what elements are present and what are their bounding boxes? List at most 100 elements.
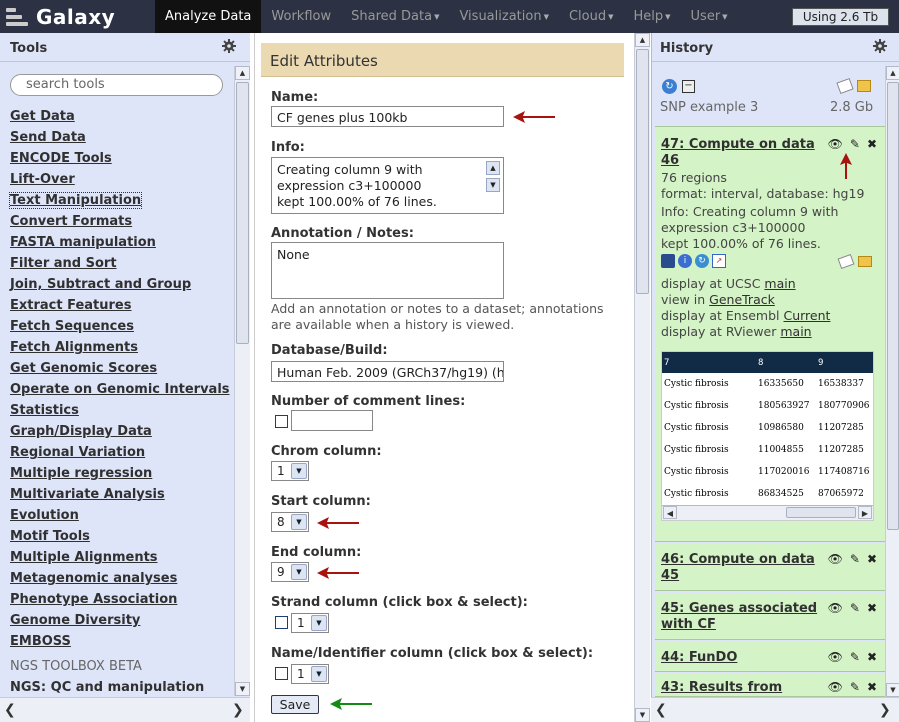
dbkey-select[interactable]: Human Feb. 2009 (GRCh37/hg19) (h xyxy=(271,361,504,382)
eye-icon[interactable]: 👁 xyxy=(828,650,843,664)
scroll-thumb[interactable] xyxy=(636,49,649,294)
scroll-down-icon[interactable]: ▼ xyxy=(635,708,650,722)
scroll-down-icon[interactable]: ▼ xyxy=(886,683,899,697)
scroll-thumb[interactable] xyxy=(887,82,899,530)
delete-icon[interactable]: ✖ xyxy=(867,650,877,664)
link-genetrack[interactable]: GeneTrack xyxy=(709,292,775,307)
scroll-left-icon[interactable]: ❮ xyxy=(4,702,16,718)
tool-section-ngs-qc[interactable]: NGS: QC and manipulation xyxy=(10,677,235,698)
comment-lines-input[interactable] xyxy=(291,410,373,431)
annotation-textarea[interactable]: None xyxy=(271,242,504,299)
dataset-title[interactable]: 44: FunDO xyxy=(661,650,737,666)
tab-user[interactable]: User ▼ xyxy=(681,0,738,33)
gear-icon[interactable] xyxy=(222,39,236,53)
tab-shared-data[interactable]: Shared Data ▼ xyxy=(341,0,449,33)
tool-section-evolution[interactable]: Evolution xyxy=(10,505,235,526)
tool-section-regional-variation[interactable]: Regional Variation xyxy=(10,442,235,463)
tool-panel-hscrollbar[interactable]: ❮ ❯ xyxy=(0,697,250,722)
scroll-thumb[interactable] xyxy=(236,82,249,344)
start-column-select[interactable]: 8 ▼ xyxy=(271,512,309,532)
scroll-down-icon[interactable]: ▼ xyxy=(235,682,250,696)
strand-column-checkbox[interactable] xyxy=(275,616,288,629)
tool-section-convert-formats[interactable]: Convert Formats xyxy=(10,211,235,232)
scroll-right-icon[interactable]: ▶ xyxy=(858,506,872,519)
tool-section-fetch-sequences[interactable]: Fetch Sequences xyxy=(10,316,235,337)
refresh-icon[interactable]: ↻ xyxy=(662,79,677,94)
link-ucsc-main[interactable]: main xyxy=(764,276,795,291)
pencil-icon[interactable]: ✎ xyxy=(850,552,860,566)
center-scrollbar[interactable]: ▲ ▼ xyxy=(634,33,650,722)
pencil-icon[interactable]: ✎ xyxy=(850,680,860,694)
tool-section-phenotype[interactable]: Phenotype Association xyxy=(10,589,235,610)
history-name[interactable]: SNP example 3 xyxy=(660,100,758,115)
rerun-icon[interactable]: ↻ xyxy=(695,254,709,268)
eye-icon[interactable]: 👁 xyxy=(828,552,843,566)
delete-icon[interactable]: ✖ xyxy=(867,137,877,151)
delete-icon[interactable]: ✖ xyxy=(867,601,877,615)
scroll-right-icon[interactable]: ❯ xyxy=(232,702,244,718)
chrom-column-select[interactable]: 1 ▼ xyxy=(271,461,309,481)
tab-workflow[interactable]: Workflow xyxy=(261,0,341,33)
end-column-select[interactable]: 9 ▼ xyxy=(271,562,309,582)
tool-section-genomic-scores[interactable]: Get Genomic Scores xyxy=(10,358,235,379)
tool-section-text-manipulation[interactable]: Text Manipulation xyxy=(8,192,143,209)
pencil-icon[interactable]: ✎ xyxy=(850,650,860,664)
tool-section-lift-over[interactable]: Lift-Over xyxy=(10,169,235,190)
tool-section-filter-sort[interactable]: Filter and Sort xyxy=(10,253,235,274)
name-column-checkbox[interactable] xyxy=(275,667,288,680)
eye-icon[interactable]: 👁 xyxy=(828,601,843,615)
history-scrollbar[interactable]: ▲ ▼ xyxy=(885,66,899,697)
dataset-title[interactable]: 47: Compute on data 46 xyxy=(661,137,815,169)
gear-icon[interactable] xyxy=(873,39,887,53)
tool-section-genomic-intervals[interactable]: Operate on Genomic Intervals xyxy=(10,379,235,400)
save-icon[interactable] xyxy=(661,254,675,268)
tool-section-genome-diversity[interactable]: Genome Diversity xyxy=(10,610,235,631)
tool-section-get-data[interactable]: Get Data xyxy=(10,106,235,127)
tab-visualization[interactable]: Visualization ▼ xyxy=(449,0,559,33)
annotation-icon[interactable] xyxy=(857,80,871,92)
dataset-title[interactable]: 45: Genes associated with CF xyxy=(661,601,817,633)
scroll-left-icon[interactable]: ❮ xyxy=(655,702,667,718)
tool-section-multiple-regression[interactable]: Multiple regression xyxy=(10,463,235,484)
scroll-down-icon[interactable]: ▼ xyxy=(486,178,500,192)
tool-section-metagenomic[interactable]: Metagenomic analyses xyxy=(10,568,235,589)
dataset-title[interactable]: 43: Results from xyxy=(661,680,782,696)
tool-section-emboss[interactable]: EMBOSS xyxy=(10,631,235,652)
peek-hscrollbar[interactable]: ◀ ▶ xyxy=(662,505,873,520)
history-hscrollbar[interactable]: ❮ ❯ xyxy=(651,697,899,722)
info-icon[interactable]: i xyxy=(678,254,692,268)
dataset-title[interactable]: 46: Compute on data 45 xyxy=(661,552,815,584)
comment-lines-checkbox[interactable] xyxy=(275,415,288,428)
tool-section-fasta[interactable]: FASTA manipulation xyxy=(10,232,235,253)
tool-section-motif-tools[interactable]: Motif Tools xyxy=(10,526,235,547)
delete-icon[interactable]: ✖ xyxy=(867,552,877,566)
delete-icon[interactable]: ✖ xyxy=(867,680,877,694)
link-rviewer-main[interactable]: main xyxy=(780,324,811,339)
name-input[interactable]: CF genes plus 100kb xyxy=(271,106,504,127)
eye-icon[interactable]: 👁 xyxy=(828,137,843,151)
visualize-icon[interactable]: ↗ xyxy=(712,254,726,268)
tab-help[interactable]: Help ▼ xyxy=(624,0,681,33)
galaxy-logo[interactable]: Galaxy xyxy=(6,4,115,30)
link-ensembl-current[interactable]: Current xyxy=(783,308,830,323)
strand-column-select[interactable]: 1 ▼ xyxy=(291,613,329,633)
tool-section-multivariate[interactable]: Multivariate Analysis xyxy=(10,484,235,505)
tab-analyze-data[interactable]: Analyze Data xyxy=(155,0,262,33)
scroll-left-icon[interactable]: ◀ xyxy=(663,506,677,519)
scroll-up-icon[interactable]: ▲ xyxy=(886,66,899,80)
name-column-select[interactable]: 1 ▼ xyxy=(291,664,329,684)
eye-icon[interactable]: 👁 xyxy=(828,680,843,694)
tool-section-send-data[interactable]: Send Data xyxy=(10,127,235,148)
scroll-right-icon[interactable]: ❯ xyxy=(879,702,891,718)
tool-section-encode[interactable]: ENCODE Tools xyxy=(10,148,235,169)
tag-icon[interactable] xyxy=(836,77,854,95)
scroll-thumb[interactable] xyxy=(786,507,856,518)
tool-section-extract-features[interactable]: Extract Features xyxy=(10,295,235,316)
tool-panel-scrollbar[interactable]: ▲ ▼ xyxy=(234,66,250,696)
info-textarea[interactable]: Creating column 9 with expression c3+100… xyxy=(271,157,504,214)
scroll-up-icon[interactable]: ▲ xyxy=(486,161,500,175)
scroll-up-icon[interactable]: ▲ xyxy=(635,33,650,47)
tool-search-input[interactable]: search tools xyxy=(10,74,223,96)
tool-section-statistics[interactable]: Statistics xyxy=(10,400,235,421)
collapse-icon[interactable]: − xyxy=(682,80,695,93)
